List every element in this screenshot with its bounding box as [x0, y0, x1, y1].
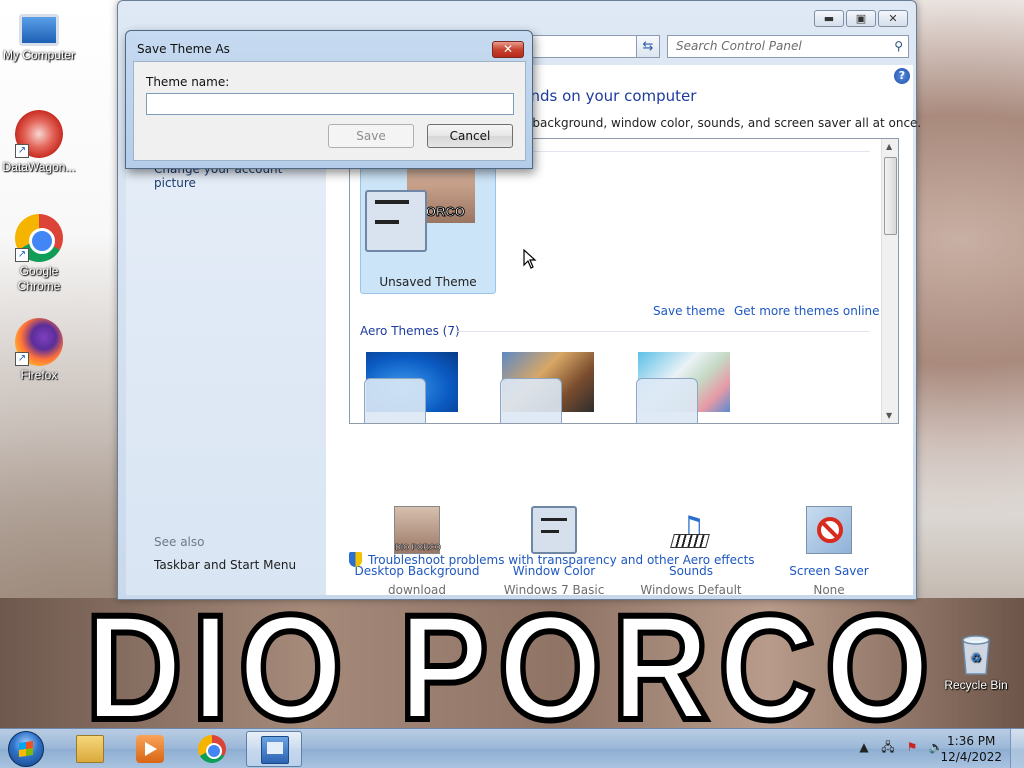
maximize-icon: ▣: [855, 12, 867, 25]
theme-name-label: Unsaved Theme: [379, 275, 477, 289]
page-title: unds on your computer: [521, 87, 697, 105]
refresh-icon: ⇆: [642, 39, 654, 54]
desktop-icon-google-chrome[interactable]: ↗ Google Chrome: [0, 214, 78, 294]
close-icon: ✕: [888, 12, 898, 25]
save-button[interactable]: Save: [328, 124, 414, 148]
scroll-up-icon[interactable]: ▲: [886, 142, 892, 151]
desktop-background-icon: DIO PORCO: [394, 506, 441, 554]
desktop-icon-label: DataWagon...: [2, 160, 76, 174]
taskbar-control-panel[interactable]: [246, 731, 302, 767]
aero-themes-header: Aero Themes (7): [360, 324, 460, 338]
scrollbar-thumb[interactable]: [884, 157, 897, 235]
taskbar-start-menu-link[interactable]: Taskbar and Start Menu: [154, 558, 296, 572]
show-desktop-button[interactable]: [1010, 729, 1024, 768]
system-clock[interactable]: 1:36 PM 12/4/2022: [940, 733, 1002, 765]
window-caption-buttons: ▬ ▣ ✕: [814, 10, 908, 27]
theme-aero-windows7[interactable]: [364, 350, 458, 423]
window-color-icon: [531, 506, 577, 554]
desktop-icon-label: Google Chrome: [17, 264, 61, 293]
datawagon-icon: ↗: [15, 110, 63, 158]
svg-text:♻: ♻: [971, 651, 982, 665]
see-also-label: See also: [154, 535, 205, 549]
taskbar-chrome[interactable]: [184, 731, 240, 767]
minimize-button[interactable]: ▬: [814, 10, 844, 27]
shortcut-arrow-icon: ↗: [15, 248, 29, 262]
shortcut-arrow-icon: ↗: [15, 352, 29, 366]
setting-value: Windows 7 Basic: [503, 583, 605, 597]
save-theme-dialog: Save Theme As ✕ Theme name: Save Cancel: [125, 30, 533, 169]
system-tray: ▲ 🖧 ⚑ 🔈: [856, 739, 944, 755]
search-placeholder: Search Control Panel: [676, 39, 802, 53]
screen-saver-setting[interactable]: Screen Saver None: [764, 506, 894, 600]
desktop-icon-firefox[interactable]: ↗ Firefox: [0, 318, 78, 383]
divider: [510, 151, 870, 152]
page-subtitle: p background, window color, sounds, and …: [521, 116, 922, 130]
screen-saver-icon: [806, 506, 852, 554]
show-hidden-icons-chevron-icon[interactable]: ▲: [856, 739, 872, 755]
window-preview-icon: [365, 190, 427, 252]
setting-title[interactable]: Screen Saver: [764, 562, 894, 580]
media-player-icon: [136, 735, 164, 763]
dialog-title: Save Theme As: [137, 42, 230, 56]
setting-value: None: [813, 583, 845, 597]
firefox-icon: ↗: [15, 318, 63, 366]
help-icon[interactable]: ?: [894, 68, 910, 84]
search-input[interactable]: Search Control Panel ⚲: [667, 35, 909, 58]
wallpaper-meme-text: DIO PORCO: [83, 598, 939, 728]
start-button[interactable]: [8, 731, 44, 767]
chrome-icon: [198, 735, 226, 763]
scroll-down-icon[interactable]: ▼: [886, 411, 892, 420]
sounds-icon: ♫: [668, 506, 714, 554]
shortcut-arrow-icon: ↗: [15, 144, 29, 158]
troubleshoot-link[interactable]: Troubleshoot problems with transparency …: [349, 552, 755, 567]
close-button[interactable]: ✕: [878, 10, 908, 27]
desktop-icon-label: My Computer: [2, 48, 76, 62]
recycle-bin-icon: ♻: [959, 632, 993, 676]
refresh-button[interactable]: ⇆: [636, 35, 660, 58]
desktop-icon-label: Recycle Bin: [944, 678, 1008, 692]
network-icon[interactable]: 🖧: [880, 739, 896, 755]
close-icon: ✕: [502, 42, 514, 56]
taskbar-media-player[interactable]: [122, 731, 178, 767]
save-theme-link[interactable]: Save theme: [653, 304, 725, 318]
clock-date: 12/4/2022: [940, 750, 1002, 764]
get-more-themes-link[interactable]: Get more themes online: [734, 304, 880, 318]
dialog-body: Theme name: Save Cancel: [133, 61, 526, 161]
theme-name-input[interactable]: [146, 93, 514, 115]
desktop-background-caption: DIO PORCO: [395, 543, 441, 553]
cancel-button[interactable]: Cancel: [427, 124, 513, 148]
wallpaper-meme-band: DIO PORCO: [0, 598, 1024, 728]
control-panel-icon: [261, 736, 289, 764]
desktop-icon-datawagon[interactable]: ↗ DataWagon...: [0, 110, 78, 175]
setting-value: Windows Default: [640, 583, 742, 597]
desktop-icon-recycle-bin[interactable]: ♻ Recycle Bin: [940, 632, 1012, 693]
clock-time: 1:36 PM: [947, 734, 996, 748]
themes-scrollbar[interactable]: ▲ ▼: [881, 139, 898, 423]
theme-aero-characters[interactable]: [636, 350, 730, 423]
folder-icon: [76, 735, 104, 763]
taskbar: ▲ 🖧 ⚑ 🔈 1:36 PM 12/4/2022: [0, 728, 1024, 768]
troubleshoot-label: Troubleshoot problems with transparency …: [368, 553, 755, 567]
action-center-flag-icon[interactable]: ⚑: [904, 739, 920, 755]
maximize-button[interactable]: ▣: [846, 10, 876, 27]
shield-icon: [349, 552, 362, 567]
search-icon[interactable]: ⚲: [894, 39, 903, 53]
dialog-close-button[interactable]: ✕: [492, 41, 524, 58]
desktop-icon-label: Firefox: [20, 368, 58, 382]
theme-aero-architecture[interactable]: [500, 350, 594, 423]
divider: [456, 331, 870, 332]
chrome-icon: ↗: [15, 214, 63, 262]
minimize-icon: ▬: [823, 12, 835, 25]
desktop-icon-my-computer[interactable]: My Computer: [0, 8, 78, 63]
setting-value: download: [387, 583, 447, 597]
theme-name-label: Theme name:: [146, 75, 230, 89]
themes-list: PORCO Unsaved Theme Save theme Get more …: [349, 138, 899, 424]
taskbar-explorer[interactable]: [62, 731, 118, 767]
computer-icon: [19, 14, 59, 46]
